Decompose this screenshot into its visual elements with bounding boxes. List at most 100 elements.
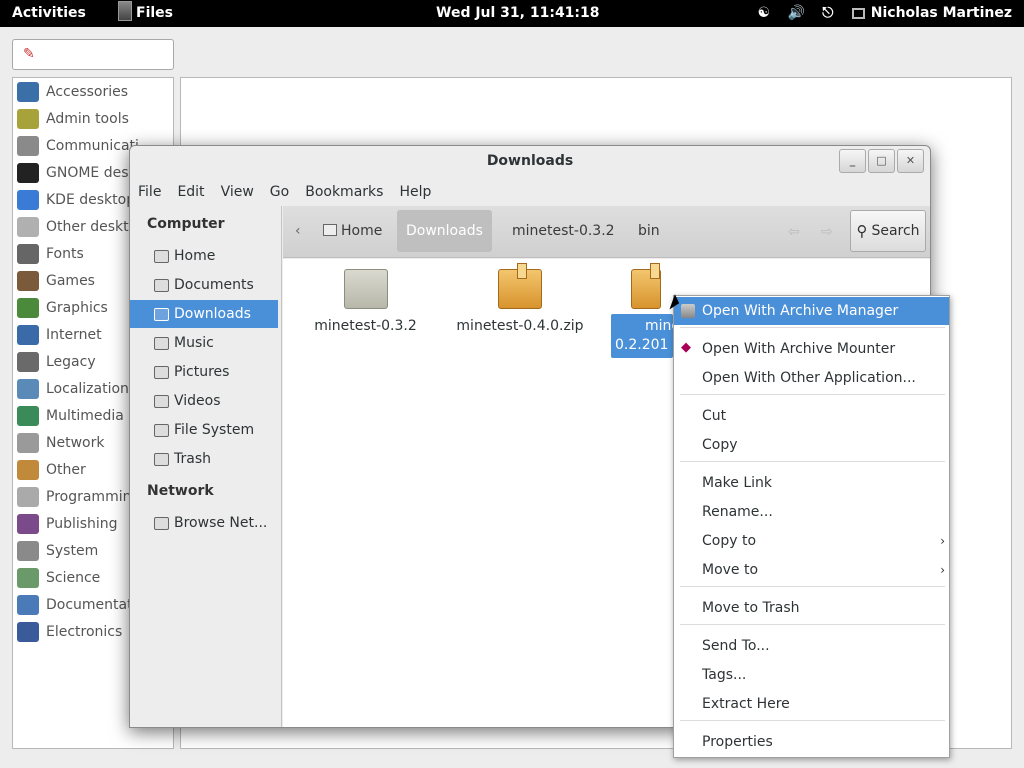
menu-edit[interactable]: Edit	[169, 181, 212, 205]
menu-item-move-to-trash[interactable]: Move to Trash	[674, 594, 949, 622]
breadcrumb-minetest[interactable]: minetest-0.3.2	[512, 210, 615, 252]
close-button[interactable]: ✕	[897, 149, 924, 173]
category-icon	[17, 108, 39, 129]
menu-item-copy-to[interactable]: Copy to ›	[674, 527, 949, 555]
minimize-button[interactable]: _	[839, 149, 866, 173]
folder-icon	[343, 269, 388, 309]
category-label: Other deskto	[46, 218, 138, 235]
menu-item-tags[interactable]: Tags...	[674, 661, 949, 689]
category-label: Legacy	[46, 353, 96, 370]
file-item-minetest-0.4.0-zip[interactable]: minetest-0.4.0.zip	[455, 263, 585, 334]
activities-button[interactable]: Activities	[12, 5, 86, 21]
category-icon	[17, 243, 39, 264]
sidebar-heading-computer: Computer	[147, 216, 225, 232]
menu-help[interactable]: Help	[391, 181, 439, 205]
category-label: Games	[46, 272, 95, 289]
category-icon	[17, 459, 39, 480]
maximize-button[interactable]: □	[868, 149, 895, 173]
sidebar-item-home[interactable]: Home	[130, 242, 278, 270]
volume-icon[interactable]: 🔊	[788, 5, 805, 21]
category-label: Electronics	[46, 623, 123, 640]
breadcrumb-downloads[interactable]: Downloads	[397, 210, 492, 252]
sidebar-item-trash[interactable]: Trash	[130, 445, 278, 473]
category-item[interactable]: Admin tools	[13, 105, 173, 132]
category-icon	[17, 594, 39, 615]
archive-manager-icon	[681, 304, 695, 318]
category-icon	[17, 189, 39, 210]
category-label: Multimedia	[46, 407, 124, 424]
sidebar-item-label: Home	[174, 248, 216, 264]
breadcrumb-home[interactable]: Home	[323, 210, 382, 252]
category-icon	[17, 351, 39, 372]
category-label: KDE desktop	[46, 191, 136, 208]
back-arrow-icon[interactable]: ⇦	[788, 224, 800, 240]
context-menu: Open With Archive Manager ◆ Open With Arch…	[673, 295, 950, 758]
accessibility-icon[interactable]: ☯	[756, 5, 772, 21]
menu-file[interactable]: File	[130, 181, 169, 205]
window-titlebar[interactable]: Downloads _ □ ✕	[130, 146, 930, 177]
menu-go[interactable]: Go	[262, 181, 297, 205]
menu-item-label: Properties	[702, 734, 773, 750]
user-menu[interactable]: Nicholas Martinez	[851, 5, 1012, 21]
sidebar-item-music[interactable]: Music	[130, 329, 278, 357]
category-label: Publishing	[46, 515, 118, 532]
category-label: GNOME desk	[46, 164, 137, 181]
menu-item-properties[interactable]: Properties	[674, 728, 949, 756]
submenu-arrow-icon: ›	[940, 563, 945, 577]
menubar: File Edit View Go Bookmarks Help	[130, 181, 439, 205]
menu-item-open-with-archive-manager[interactable]: Open With Archive Manager	[674, 297, 949, 325]
file-item-minetest-0.3.2[interactable]: minetest-0.3.2	[313, 269, 418, 334]
network-icon[interactable]: ⎋	[820, 5, 836, 21]
search-button[interactable]: ⚲ Search	[850, 210, 926, 252]
menu-item-extract-here[interactable]: Extract Here	[674, 690, 949, 718]
category-icon	[17, 162, 39, 183]
menu-separator	[680, 394, 945, 395]
menu-item-open-with-archive-mounter[interactable]: ◆ Open With Archive Mounter	[674, 335, 949, 363]
category-label: Other	[46, 461, 86, 478]
sidebar-item-downloads[interactable]: Downloads	[130, 300, 278, 328]
category-icon	[17, 621, 39, 642]
breadcrumb-left-arrow[interactable]: ‹	[295, 210, 301, 252]
category-label: Programming	[46, 488, 141, 505]
category-label: Science	[46, 569, 101, 586]
background-search-input[interactable]: ✎	[12, 39, 174, 70]
menu-item-label: Copy	[702, 437, 738, 453]
folder-icon	[154, 307, 169, 321]
sidebar-item-pictures[interactable]: Pictures	[130, 358, 278, 386]
menu-item-send-to[interactable]: Send To...	[674, 632, 949, 660]
file-item-selected-archive[interactable]: mine 0.2.201	[611, 263, 680, 358]
category-icon	[17, 216, 39, 237]
category-label: Graphics	[46, 299, 108, 316]
menu-item-cut[interactable]: Cut	[674, 402, 949, 430]
category-icon	[17, 432, 39, 453]
menu-item-move-to[interactable]: Move to ›	[674, 556, 949, 584]
category-item[interactable]: Accessories	[13, 78, 173, 105]
menu-item-make-link[interactable]: Make Link	[674, 469, 949, 497]
sidebar-item-file-system[interactable]: File System	[130, 416, 278, 444]
breadcrumb-bin[interactable]: bin	[638, 210, 660, 252]
edit-icon: ✎	[23, 46, 35, 62]
sidebar-item-browse-network[interactable]: Browse Net...	[130, 509, 278, 537]
archive-icon	[498, 263, 542, 309]
category-icon	[17, 135, 39, 156]
menu-item-rename[interactable]: Rename...	[674, 498, 949, 526]
menu-item-copy[interactable]: Copy	[674, 431, 949, 459]
menu-view[interactable]: View	[213, 181, 262, 205]
archive-mounter-icon: ◆	[681, 340, 691, 355]
sidebar-item-documents[interactable]: Documents	[130, 271, 278, 299]
category-label: Fonts	[46, 245, 84, 262]
menu-separator	[680, 586, 945, 587]
search-button-label: Search	[871, 223, 920, 239]
menu-separator	[680, 461, 945, 462]
clock[interactable]: Wed Jul 31, 11:41:18	[436, 5, 600, 21]
forward-arrow-icon[interactable]: ⇨	[821, 224, 833, 240]
menu-bookmarks[interactable]: Bookmarks	[297, 181, 391, 205]
menu-item-open-with-other-application[interactable]: Open With Other Application...	[674, 364, 949, 392]
category-label: System	[46, 542, 99, 559]
home-icon	[323, 224, 337, 236]
archive-icon	[631, 263, 661, 309]
app-menu-button[interactable]: Files	[118, 1, 173, 21]
network-icon	[154, 516, 169, 530]
sidebar-item-videos[interactable]: Videos	[130, 387, 278, 415]
menu-item-label: Copy to	[702, 533, 757, 549]
